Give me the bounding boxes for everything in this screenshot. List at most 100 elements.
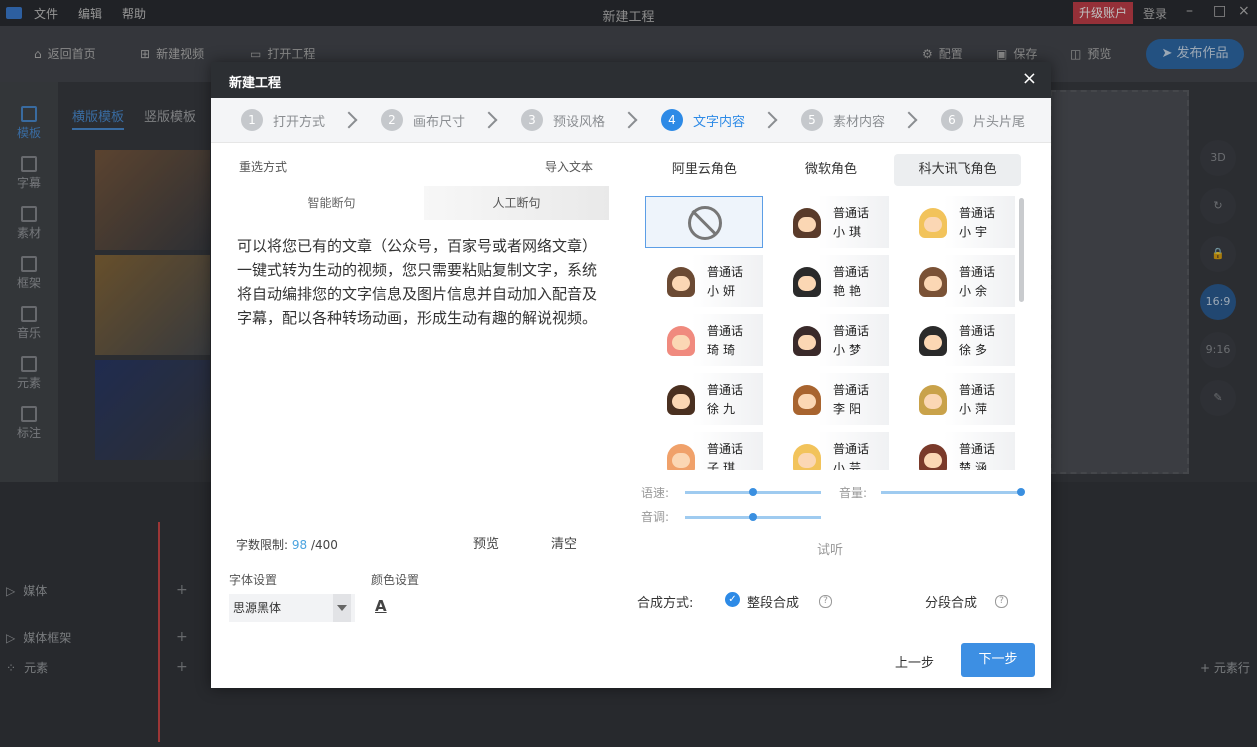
role-language: 普通话 — [959, 442, 996, 456]
role-name: 子琪 — [707, 461, 740, 470]
role-language: 普通话 — [833, 265, 870, 279]
role-name: 小宇 — [959, 225, 992, 239]
tab-microsoft-roles[interactable]: 微软角色 — [768, 154, 895, 186]
avatar-icon — [919, 444, 947, 470]
compose-segment-option[interactable]: 分段合成 — [925, 592, 977, 611]
role-card[interactable]: 普通话 小梦 — [771, 314, 889, 366]
role-card[interactable]: 普通话 子琪 — [645, 432, 763, 470]
avatar-icon — [667, 326, 695, 356]
role-name: 小妍 — [707, 284, 740, 298]
speed-label: 语速: — [641, 486, 670, 500]
role-name: 楚涵 — [959, 461, 992, 470]
role-card[interactable]: 普通话 徐多 — [897, 314, 1015, 366]
voice-role-grid: 普通话 小琪 普通话 小宇 普通话 小妍 普通话 艳艳 普通话 小余 普通话 琦琦 普通话 小梦 普通话 徐多… — [645, 194, 1021, 470]
dialog-title: 新建工程 — [229, 76, 282, 91]
role-language: 普通话 — [833, 324, 870, 338]
chevron-right-icon — [620, 111, 638, 129]
color-settings-label: 颜色设置 — [371, 573, 420, 587]
step-material-content[interactable]: 5 素材内容 — [801, 109, 918, 131]
preview-text-button[interactable]: 预览 — [473, 533, 499, 552]
role-language: 普通话 — [707, 324, 744, 338]
avatar-icon — [919, 267, 947, 297]
char-count: 98 — [291, 538, 308, 552]
role-card[interactable]: 普通话 小宇 — [897, 196, 1015, 248]
avatar-icon — [793, 326, 821, 356]
article-textarea[interactable]: 可以将您已有的文章（公众号，百家号或者网络文章）一键式转为生动的视频，您只需要粘… — [237, 234, 599, 330]
role-name: 徐多 — [959, 343, 992, 357]
import-text-link[interactable]: 导入文本 — [545, 158, 593, 175]
role-language: 普通话 — [707, 442, 744, 456]
role-card[interactable]: 普通话 楚涵 — [897, 432, 1015, 470]
next-step-button[interactable]: 下一步 — [961, 643, 1035, 677]
role-name: 小梦 — [833, 343, 866, 357]
tab-iflytek-roles[interactable]: 科大讯飞角色 — [894, 154, 1022, 186]
role-grid-scrollbar[interactable] — [1019, 198, 1024, 302]
chevron-right-icon — [340, 111, 358, 129]
font-settings-label: 字体设置 — [229, 573, 278, 587]
role-card[interactable]: 普通话 小妍 — [645, 255, 763, 307]
new-project-dialog: 新建工程 × 1 打开方式 2 画布尺寸 3 预设风格 4 文字内容 5 素材内容 6 片头… — [211, 62, 1051, 688]
role-language: 普通话 — [959, 383, 996, 397]
checkmark-icon[interactable]: ✓ — [725, 592, 740, 607]
avatar-icon — [793, 267, 821, 297]
help-icon[interactable]: ? — [995, 595, 1008, 608]
role-name: 小芸 — [833, 461, 866, 470]
avatar-icon — [919, 208, 947, 238]
speed-slider[interactable] — [685, 488, 821, 496]
pitch-slider-knob[interactable] — [749, 513, 757, 521]
role-card[interactable]: 普通话 小芸 — [771, 432, 889, 470]
tab-smart-split[interactable]: 智能断句 — [239, 186, 424, 220]
pitch-label: 音调: — [641, 510, 670, 524]
clear-text-button[interactable]: 清空 — [551, 533, 577, 552]
role-card[interactable]: 普通话 小萍 — [897, 373, 1015, 425]
dialog-header: 新建工程 × — [211, 62, 1051, 98]
close-icon[interactable]: × — [1022, 68, 1037, 89]
help-icon[interactable]: ? — [819, 595, 832, 608]
step-preset-style[interactable]: 3 预设风格 — [521, 109, 638, 131]
char-counter: 字数限制: 98 /400 — [236, 538, 338, 552]
avatar-icon — [667, 385, 695, 415]
prev-step-button[interactable]: 上一步 — [895, 652, 934, 671]
volume-label: 音量: — [839, 486, 868, 500]
role-language: 普通话 — [833, 383, 870, 397]
step-intro-outro[interactable]: 6 片头片尾 — [941, 109, 1025, 131]
role-language: 普通话 — [959, 206, 996, 220]
step-text-content[interactable]: 4 文字内容 — [661, 109, 778, 131]
role-language: 普通话 — [707, 383, 744, 397]
role-language: 普通话 — [833, 206, 870, 220]
step-open-method[interactable]: 1 打开方式 — [241, 109, 358, 131]
role-card[interactable]: 普通话 小余 — [897, 255, 1015, 307]
chevron-down-icon — [333, 594, 351, 622]
avatar-icon — [793, 208, 821, 238]
role-card[interactable]: 普通话 小琪 — [771, 196, 889, 248]
role-card[interactable]: 普通话 琦琦 — [645, 314, 763, 366]
speed-slider-knob[interactable] — [749, 488, 757, 496]
volume-slider-knob[interactable] — [1017, 488, 1025, 496]
role-name: 小琪 — [833, 225, 866, 239]
role-card[interactable]: 普通话 徐九 — [645, 373, 763, 425]
role-language: 普通话 — [959, 324, 996, 338]
volume-slider[interactable] — [881, 488, 1025, 496]
chevron-right-icon — [900, 111, 918, 129]
role-card[interactable]: 普通话 艳艳 — [771, 255, 889, 307]
pitch-slider[interactable] — [685, 513, 821, 521]
role-name: 小余 — [959, 284, 992, 298]
avatar-icon — [919, 326, 947, 356]
tab-manual-split[interactable]: 人工断句 — [424, 186, 609, 220]
voice-role-tabs: 阿里云角色 微软角色 科大讯飞角色 — [641, 154, 1022, 186]
avatar-icon — [793, 444, 821, 470]
role-name: 小萍 — [959, 402, 992, 416]
listen-button[interactable]: 试听 — [817, 539, 843, 558]
tab-aliyun-roles[interactable]: 阿里云角色 — [641, 154, 768, 186]
role-language: 普通话 — [833, 442, 870, 456]
role-card[interactable]: 普通话 李阳 — [771, 373, 889, 425]
role-none[interactable] — [645, 196, 763, 248]
chevron-right-icon — [760, 111, 778, 129]
sentence-split-tabs: 智能断句 人工断句 — [239, 186, 609, 220]
role-name: 李阳 — [833, 402, 866, 416]
reselect-method-link[interactable]: 重选方式 — [239, 158, 287, 175]
step-canvas-size[interactable]: 2 画布尺寸 — [381, 109, 498, 131]
compose-whole-option[interactable]: 整段合成 — [747, 592, 799, 611]
font-select[interactable]: 思源黑体 — [229, 594, 355, 622]
font-color-icon[interactable]: A — [375, 597, 387, 615]
